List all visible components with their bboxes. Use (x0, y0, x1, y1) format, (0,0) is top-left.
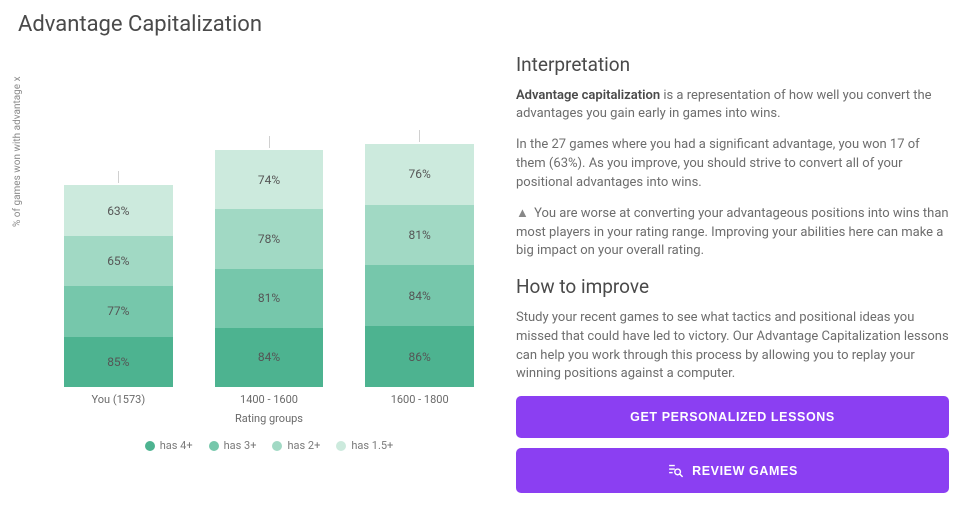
interpretation-heading: Interpretation (516, 51, 949, 79)
bar-segment: 84% (365, 265, 474, 326)
bar-segment: 63% (64, 185, 173, 235)
page-title: Advantage Capitalization (18, 12, 949, 37)
bar-segment: 74% (215, 150, 324, 209)
chart-legend: has 4+ has 3+ has 2+ has 1.5+ (50, 439, 488, 452)
improve-p1: Study your recent games to see what tact… (516, 309, 949, 384)
interpretation-p2: In the 27 games where you had a signific… (516, 136, 949, 193)
legend-swatch (272, 441, 282, 451)
bar-segment: 86% (365, 326, 474, 387)
legend-item: has 3+ (209, 439, 257, 452)
bar-segment: 77% (64, 286, 173, 336)
legend-item: has 4+ (145, 439, 193, 452)
chart-area: % of games won with advantage x 85%77%65… (18, 47, 488, 503)
review-games-button[interactable]: REVIEW GAMES (516, 448, 949, 493)
bar-segment: 78% (215, 209, 324, 268)
x-tick-label: 1400 - 1600 (215, 393, 324, 406)
bar-segment: 81% (215, 269, 324, 328)
warning-icon: ▲ (516, 205, 529, 224)
legend-swatch (209, 441, 219, 451)
bar-column: 86%84%81%76% (365, 130, 474, 387)
legend-item: has 2+ (272, 439, 320, 452)
improve-heading: How to improve (516, 273, 949, 301)
bar-column: 85%77%65%63% (64, 171, 173, 387)
legend-label: has 3+ (224, 439, 257, 452)
bar-segment: 76% (365, 144, 474, 205)
review-games-label: REVIEW GAMES (692, 464, 798, 478)
legend-label: has 1.5+ (351, 439, 393, 452)
x-tick-label: You (1573) (64, 393, 173, 406)
interp-warn-text: You are worse at converting your advanta… (516, 206, 949, 259)
interp-lead-strong: Advantage capitalization (516, 88, 660, 103)
y-axis-label: % of games won with advantage x (12, 76, 23, 227)
legend-item: has 1.5+ (336, 439, 393, 452)
bar-segment: 85% (64, 337, 173, 387)
interpretation-warning: ▲ You are worse at converting your advan… (516, 205, 949, 262)
get-lessons-button[interactable]: GET PERSONALIZED LESSONS (516, 396, 949, 438)
legend-label: has 4+ (160, 439, 193, 452)
legend-label: has 2+ (287, 439, 320, 452)
x-tick-label: 1600 - 1800 (365, 393, 474, 406)
get-lessons-label: GET PERSONALIZED LESSONS (630, 410, 835, 424)
interpretation-p1: Advantage capitalization is a representa… (516, 87, 949, 125)
bar-segment: 81% (365, 205, 474, 266)
search-list-icon (667, 462, 684, 479)
x-axis-label: Rating groups (50, 412, 488, 425)
bar-column: 84%81%78%74% (215, 136, 324, 387)
bar-segment: 84% (215, 328, 324, 387)
bar-segment: 65% (64, 236, 173, 286)
legend-swatch (336, 441, 346, 451)
legend-swatch (145, 441, 155, 451)
